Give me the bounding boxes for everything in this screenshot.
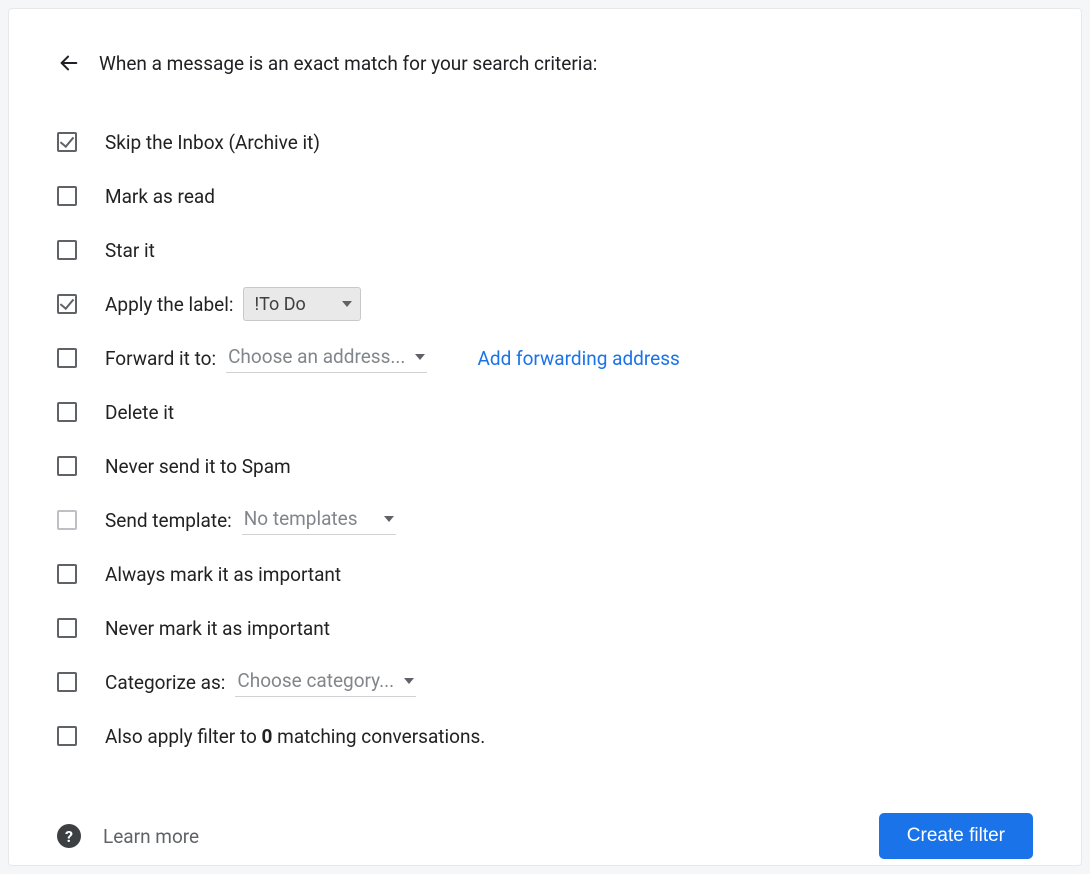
help-section: ? Learn more: [57, 824, 199, 848]
apply-existing-prefix: Also apply filter to: [105, 725, 262, 748]
learn-more-link[interactable]: Learn more: [103, 825, 199, 848]
apply-label-wrap: Apply the label: !To Do: [105, 287, 361, 321]
caret-down-icon: [342, 301, 352, 307]
arrow-left-icon: [58, 52, 80, 74]
label-send-template: Send template:: [105, 509, 232, 532]
back-button[interactable]: [57, 51, 81, 75]
label-star-it: Star it: [105, 239, 155, 262]
option-forward: Forward it to: Choose an address... Add …: [57, 331, 1033, 385]
panel-header: When a message is an exact match for you…: [57, 51, 1033, 75]
label-apply-existing: Also apply filter to 0 matching conversa…: [105, 725, 485, 748]
option-skip-inbox: Skip the Inbox (Archive it): [57, 115, 1033, 169]
option-categorize: Categorize as: Choose category...: [57, 655, 1033, 709]
option-delete-it: Delete it: [57, 385, 1033, 439]
option-star-it: Star it: [57, 223, 1033, 277]
checkbox-star-it[interactable]: [57, 240, 77, 260]
checkbox-delete-it[interactable]: [57, 402, 77, 422]
panel-footer: ? Learn more Create filter: [57, 813, 1033, 859]
label-never-important: Never mark it as important: [105, 617, 330, 640]
apply-existing-suffix: matching conversations.: [272, 725, 485, 748]
forward-wrap: Forward it to: Choose an address... Add …: [105, 343, 680, 373]
send-template-wrap: Send template: No templates: [105, 505, 396, 535]
option-apply-existing: Also apply filter to 0 matching conversa…: [57, 709, 1033, 763]
option-mark-read: Mark as read: [57, 169, 1033, 223]
checkbox-never-important[interactable]: [57, 618, 77, 638]
checkbox-mark-read[interactable]: [57, 186, 77, 206]
select-forward-value: Choose an address...: [228, 345, 405, 368]
select-categorize-value: Choose category...: [237, 669, 394, 692]
caret-down-icon: [415, 354, 425, 360]
checkbox-never-spam[interactable]: [57, 456, 77, 476]
filter-actions-panel: When a message is an exact match for you…: [8, 8, 1082, 866]
select-categorize[interactable]: Choose category...: [235, 667, 416, 697]
select-forward-address[interactable]: Choose an address...: [226, 343, 427, 373]
caret-down-icon: [404, 678, 414, 684]
apply-existing-count: 0: [262, 725, 273, 748]
checkbox-forward[interactable]: [57, 348, 77, 368]
option-never-spam: Never send it to Spam: [57, 439, 1033, 493]
label-never-spam: Never send it to Spam: [105, 455, 291, 478]
label-skip-inbox: Skip the Inbox (Archive it): [105, 131, 320, 154]
select-apply-label-value: !To Do: [254, 294, 305, 315]
categorize-wrap: Categorize as: Choose category...: [105, 667, 416, 697]
select-send-template[interactable]: No templates: [242, 505, 396, 535]
caret-down-icon: [384, 516, 394, 522]
create-filter-button[interactable]: Create filter: [879, 813, 1033, 859]
label-apply-label: Apply the label:: [105, 293, 233, 316]
panel-title: When a message is an exact match for you…: [99, 52, 597, 75]
select-apply-label[interactable]: !To Do: [243, 287, 360, 321]
checkbox-apply-existing[interactable]: [57, 726, 77, 746]
option-apply-label: Apply the label: !To Do: [57, 277, 1033, 331]
select-send-template-value: No templates: [244, 507, 374, 530]
option-send-template: Send template: No templates: [57, 493, 1033, 547]
label-forward: Forward it to:: [105, 347, 216, 370]
option-always-important: Always mark it as important: [57, 547, 1033, 601]
checkbox-apply-label[interactable]: [57, 294, 77, 314]
checkbox-skip-inbox[interactable]: [57, 132, 77, 152]
option-never-important: Never mark it as important: [57, 601, 1033, 655]
options-list: Skip the Inbox (Archive it) Mark as read…: [57, 115, 1033, 763]
label-always-important: Always mark it as important: [105, 563, 341, 586]
label-mark-read: Mark as read: [105, 185, 215, 208]
label-delete-it: Delete it: [105, 401, 174, 424]
label-categorize: Categorize as:: [105, 671, 225, 694]
add-forwarding-link[interactable]: Add forwarding address: [477, 347, 679, 370]
checkbox-categorize[interactable]: [57, 672, 77, 692]
checkbox-send-template: [57, 510, 77, 530]
help-icon[interactable]: ?: [57, 824, 81, 848]
checkbox-always-important[interactable]: [57, 564, 77, 584]
